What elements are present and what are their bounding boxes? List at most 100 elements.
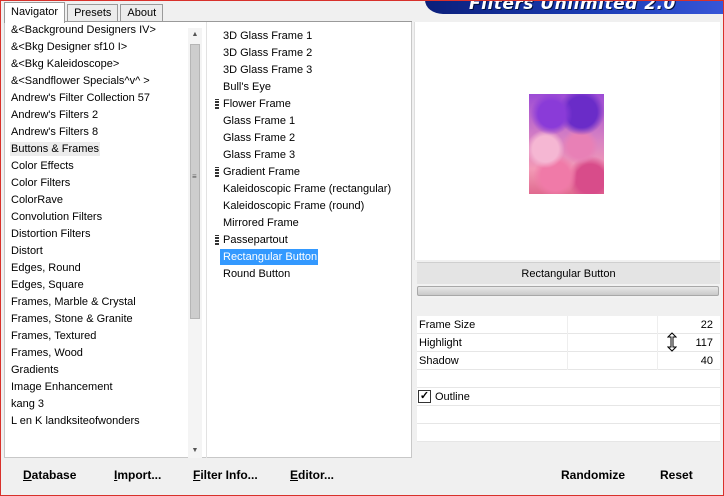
category-label: Frames, Stone & Granite [11,313,133,325]
category-label: Color Effects [11,160,74,172]
param-value[interactable]: 40 [701,352,713,370]
category-label: Convolution Filters [11,211,103,223]
scroll-up-arrow-icon[interactable]: ▲ [188,28,202,42]
filter-label: Passepartout [223,234,288,246]
tab-bar: Navigator Presets About [4,2,165,23]
scroll-thumb[interactable]: ≡ [190,44,200,319]
param-value[interactable]: 22 [701,316,713,334]
category-label: Distort [11,245,43,257]
category-scrollbar[interactable]: ▲ ≡ ▼ [188,28,202,458]
filter-item[interactable]: 3D Glass Frame 2 [219,45,409,62]
filter-item[interactable]: Round Button [219,266,409,283]
category-label: Buttons & Frames [10,142,101,156]
tab-navigator[interactable]: Navigator [4,2,66,23]
category-label: &<Bkg Kaleidoscope> [11,58,120,70]
category-label: Andrew's Filters 2 [11,109,99,121]
category-item[interactable]: Distortion Filters [10,226,185,243]
import-button[interactable]: Import... [114,468,161,482]
bottom-toolbar-left: Database Import... Filter Info... Editor… [4,459,412,492]
category-item[interactable]: ColorRave [10,192,185,209]
category-label: &<Background Designers IV> [11,24,156,36]
category-label: Edges, Round [11,262,81,274]
param-label: Frame Size [419,319,476,331]
category-label: Color Filters [11,177,71,189]
category-item[interactable]: Edges, Round [10,260,185,277]
filter-list[interactable]: 3D Glass Frame 1 3D Glass Frame 2 3D Glass… [215,28,409,283]
outline-option[interactable]: ✓ Outline [417,388,720,406]
filter-label: Gradient Frame [223,166,301,178]
category-item[interactable]: Frames, Wood [10,345,185,362]
filter-item[interactable]: Passepartout [215,232,409,249]
progress-bar [417,284,720,298]
category-item[interactable]: Frames, Textured [10,328,185,345]
category-item[interactable]: Convolution Filters [10,209,185,226]
reset-button[interactable]: Reset [660,468,693,482]
category-item[interactable]: Buttons & Frames [10,141,185,158]
category-item[interactable]: Distort [10,243,185,260]
category-item[interactable]: Andrew's Filters 2 [10,107,185,124]
filter-label: Kaleidoscopic Frame (rectangular) [223,183,392,195]
filter-label: 3D Glass Frame 2 [223,47,313,59]
filter-marker-icon [215,99,219,110]
filter-label: Bull's Eye [223,81,271,93]
database-button[interactable]: Database [23,468,76,482]
filter-item[interactable]: Glass Frame 1 [219,113,409,130]
category-label: Andrew's Filters 8 [11,126,99,138]
category-item[interactable]: Color Filters [10,175,185,192]
filter-item[interactable]: Mirrored Frame [219,215,409,232]
category-label: Image Enhancement [11,381,113,393]
preview-image [529,94,604,194]
filter-item[interactable]: Kaleidoscopic Frame (round) [219,198,409,215]
filter-item[interactable]: Kaleidoscopic Frame (rectangular) [219,181,409,198]
filter-marker-icon [215,167,219,178]
category-label: Andrew's Filter Collection 57 [11,92,151,104]
progress-fill [417,286,719,296]
filter-label: Flower Frame [223,98,291,110]
category-item[interactable]: &<Bkg Kaleidoscope> [10,56,185,73]
filter-item[interactable]: Gradient Frame [215,164,409,181]
category-item[interactable]: Frames, Marble & Crystal [10,294,185,311]
randomize-button[interactable]: Randomize [561,468,625,482]
category-item[interactable]: Andrew's Filter Collection 57 [10,90,185,107]
category-label: Frames, Wood [11,347,83,359]
category-item[interactable]: Gradients [10,362,185,379]
param-value[interactable]: 117 [695,334,713,352]
category-label: &<Bkg Designer sf10 I> [11,41,128,53]
filter-item[interactable]: Glass Frame 3 [219,147,409,164]
filter-label: Kaleidoscopic Frame (round) [223,200,365,212]
list-divider [206,22,207,458]
category-item[interactable]: kang 3 [10,396,185,413]
filter-label: 3D Glass Frame 1 [223,30,313,42]
filter-label: Rectangular Button [220,249,318,265]
filter-item[interactable]: Flower Frame [215,96,409,113]
category-item[interactable]: &<Bkg Designer sf10 I> [10,39,185,56]
category-item[interactable]: Edges, Square [10,277,185,294]
outline-checkbox[interactable]: ✓ [418,390,431,403]
category-label: L en K landksiteofwonders [11,415,140,427]
filter-info-button[interactable]: Filter Info... [193,468,258,482]
param-row-shadow[interactable]: Shadow 40 [417,352,720,370]
param-label: Highlight [419,337,462,349]
editor-button[interactable]: Editor... [290,468,334,482]
filter-item[interactable]: 3D Glass Frame 3 [219,62,409,79]
resize-cursor-icon [667,332,677,352]
category-list[interactable]: &<Background Designers IV> &<Bkg Designer… [10,22,185,430]
category-item[interactable]: &<Background Designers IV> [10,22,185,39]
category-item[interactable]: &<Sandflower Specials^v^ > [10,73,185,90]
scroll-down-arrow-icon[interactable]: ▼ [188,444,202,458]
filter-label: Glass Frame 1 [223,115,296,127]
bottom-toolbar-right: Randomize Reset [417,459,720,492]
empty-param-rows [417,370,720,388]
category-item[interactable]: Color Effects [10,158,185,175]
grip-icon: ≡ [192,172,197,181]
filter-item[interactable]: Glass Frame 2 [219,130,409,147]
category-label: Frames, Marble & Crystal [11,296,136,308]
category-item[interactable]: L en K landksiteofwonders [10,413,185,430]
category-item[interactable]: Andrew's Filters 8 [10,124,185,141]
filter-item[interactable]: Rectangular Button [219,249,409,266]
category-item[interactable]: Frames, Stone & Granite [10,311,185,328]
category-item[interactable]: Image Enhancement [10,379,185,396]
filter-item[interactable]: Bull's Eye [219,79,409,96]
param-label: Shadow [419,355,459,367]
filter-item[interactable]: 3D Glass Frame 1 [219,28,409,45]
